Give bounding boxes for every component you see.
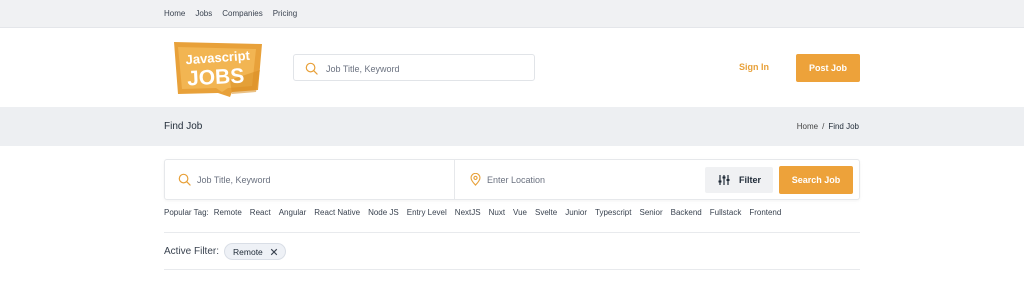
filter-chip-label: Remote bbox=[233, 246, 263, 257]
post-job-button[interactable]: Post Job bbox=[796, 54, 860, 82]
logo-badge: Javascript JOBS bbox=[174, 42, 262, 97]
job-search-form: Filter Search Job bbox=[164, 159, 860, 200]
tag-remote[interactable]: Remote bbox=[214, 208, 242, 217]
active-filter-label: Active Filter: bbox=[164, 246, 220, 257]
filter-button[interactable]: Filter bbox=[705, 167, 773, 193]
tag-fullstack[interactable]: Fullstack bbox=[710, 208, 742, 217]
tag-typescript[interactable]: Typescript bbox=[595, 208, 631, 217]
header-search bbox=[293, 54, 535, 81]
breadcrumb-home[interactable]: Home bbox=[797, 122, 818, 131]
breadcrumb-current: Find Job bbox=[828, 122, 859, 131]
active-filters: Active Filter: Remote bbox=[164, 243, 286, 260]
search-icon bbox=[305, 62, 318, 75]
sign-in-button[interactable]: Sign In bbox=[739, 62, 769, 72]
site-logo[interactable]: Javascript JOBS bbox=[170, 40, 264, 98]
divider bbox=[164, 232, 860, 233]
tag-backend[interactable]: Backend bbox=[671, 208, 702, 217]
tag-senior[interactable]: Senior bbox=[639, 208, 662, 217]
header-search-input[interactable] bbox=[326, 61, 526, 76]
tag-svelte[interactable]: Svelte bbox=[535, 208, 557, 217]
tag-react-native[interactable]: React Native bbox=[314, 208, 360, 217]
location-field bbox=[455, 160, 705, 199]
tag-vue[interactable]: Vue bbox=[513, 208, 527, 217]
tag-nuxt[interactable]: Nuxt bbox=[489, 208, 505, 217]
tag-frontend[interactable]: Frontend bbox=[749, 208, 781, 217]
popular-tags-label: Popular Tag: bbox=[164, 208, 209, 217]
tag-entry-level[interactable]: Entry Level bbox=[407, 208, 447, 217]
logo-line2: JOBS bbox=[187, 65, 245, 91]
keyword-input[interactable] bbox=[197, 172, 437, 187]
topnav-link-jobs[interactable]: Jobs bbox=[195, 9, 212, 18]
topnav-link-companies[interactable]: Companies bbox=[222, 9, 262, 18]
sliders-icon bbox=[718, 175, 730, 185]
topnav-link-pricing[interactable]: Pricing bbox=[273, 9, 297, 18]
tag-angular[interactable]: Angular bbox=[279, 208, 307, 217]
breadcrumb-separator: / bbox=[822, 122, 825, 131]
tag-react[interactable]: React bbox=[250, 208, 271, 217]
location-pin-icon bbox=[470, 173, 481, 186]
divider bbox=[164, 269, 860, 270]
search-icon bbox=[178, 173, 191, 186]
tag-junior[interactable]: Junior bbox=[565, 208, 587, 217]
site-header: Javascript JOBS Sign In Post Job bbox=[0, 28, 1024, 107]
location-input[interactable] bbox=[487, 172, 687, 187]
filter-button-label: Filter bbox=[739, 175, 762, 185]
topnav-link-home[interactable]: Home bbox=[164, 9, 185, 18]
filter-chip-remote: Remote bbox=[224, 243, 286, 260]
page-title-bar: Find Job Home / Find Job bbox=[0, 107, 1024, 146]
top-nav: Home Jobs Companies Pricing bbox=[0, 0, 1024, 28]
tag-nextjs[interactable]: NextJS bbox=[455, 208, 481, 217]
popular-tags: Popular Tag: Remote React Angular React … bbox=[164, 208, 789, 217]
page-title: Find Job bbox=[164, 121, 203, 132]
tag-node-js[interactable]: Node JS bbox=[368, 208, 399, 217]
close-icon[interactable] bbox=[270, 248, 278, 256]
search-job-button[interactable]: Search Job bbox=[779, 166, 853, 194]
keyword-field bbox=[165, 160, 455, 199]
breadcrumb: Home / Find Job bbox=[797, 122, 859, 131]
